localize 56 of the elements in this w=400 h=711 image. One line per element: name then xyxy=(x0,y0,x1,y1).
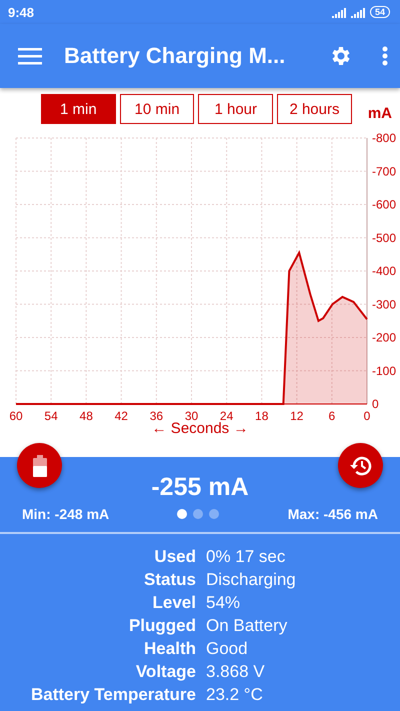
x-tick-label: 12 xyxy=(290,409,304,423)
detail-label: Status xyxy=(143,570,196,590)
range-tab[interactable]: 10 min xyxy=(120,94,194,124)
x-tick-label: 42 xyxy=(114,409,128,423)
detail-value: 3.868 V xyxy=(206,662,266,682)
signal-icon xyxy=(350,6,367,18)
range-tab[interactable]: 2 hours xyxy=(277,94,352,124)
detail-label: Plugged xyxy=(128,616,196,636)
battery-indicator: 54 xyxy=(370,6,390,18)
x-tick-label: 36 xyxy=(150,409,164,423)
battery-icon xyxy=(32,454,46,476)
x-tick-label: 60 xyxy=(9,409,23,423)
unit-label: mA xyxy=(368,105,392,122)
detail-value: On Battery xyxy=(206,616,288,636)
page-dot[interactable] xyxy=(209,509,220,519)
x-tick-label: 48 xyxy=(80,409,93,423)
x-tick-label: 24 xyxy=(220,409,234,423)
detail-label: Level xyxy=(152,593,196,613)
detail-value: Discharging xyxy=(206,570,297,590)
page-dot[interactable] xyxy=(177,509,188,519)
current-reading: -255 mA xyxy=(151,473,249,502)
menu-icon[interactable] xyxy=(18,47,42,65)
detail-label: Health xyxy=(143,639,196,659)
x-tick-label: 6 xyxy=(328,409,336,423)
detail-label: Used xyxy=(153,547,196,567)
detail-value: 23.2 °C xyxy=(206,685,264,705)
detail-label: Voltage xyxy=(134,662,196,682)
x-tick-label: 30 xyxy=(184,409,198,423)
more-icon[interactable] xyxy=(382,46,388,66)
detail-value: Good xyxy=(206,639,249,659)
history-button[interactable] xyxy=(338,443,383,488)
min-reading: Min: -248 mA xyxy=(22,506,110,522)
detail-value: 0% 17 sec xyxy=(206,547,286,567)
y-tick-label: -600 xyxy=(372,198,396,212)
y-tick-label: -100 xyxy=(372,364,396,378)
y-tick-label: -800 xyxy=(372,131,396,145)
y-tick-label: -200 xyxy=(372,330,396,344)
y-tick-label: -500 xyxy=(372,230,396,245)
y-tick-label: -700 xyxy=(372,164,396,178)
x-tick-label: 54 xyxy=(44,409,58,423)
detail-label: Battery Temperature xyxy=(30,685,196,705)
y-tick-label: -300 xyxy=(372,297,396,312)
max-reading: Max: -456 mA xyxy=(288,506,378,522)
axis-title: ← Seconds → xyxy=(152,420,248,437)
app-title: Battery Charging M... xyxy=(64,43,286,69)
y-tick-label: -400 xyxy=(372,264,396,278)
range-tab[interactable]: 1 hour xyxy=(198,94,274,124)
detail-value: 54% xyxy=(206,593,242,613)
page-dot[interactable] xyxy=(193,509,204,519)
range-tab[interactable]: 1 min xyxy=(41,94,116,124)
signal-icon xyxy=(332,6,348,18)
y-tick-label: 0 xyxy=(372,397,379,411)
x-tick-label: 18 xyxy=(255,409,268,423)
status-time: 9:48 xyxy=(8,4,34,20)
battery-button[interactable] xyxy=(17,443,62,488)
x-tick-label: 0 xyxy=(364,409,370,423)
